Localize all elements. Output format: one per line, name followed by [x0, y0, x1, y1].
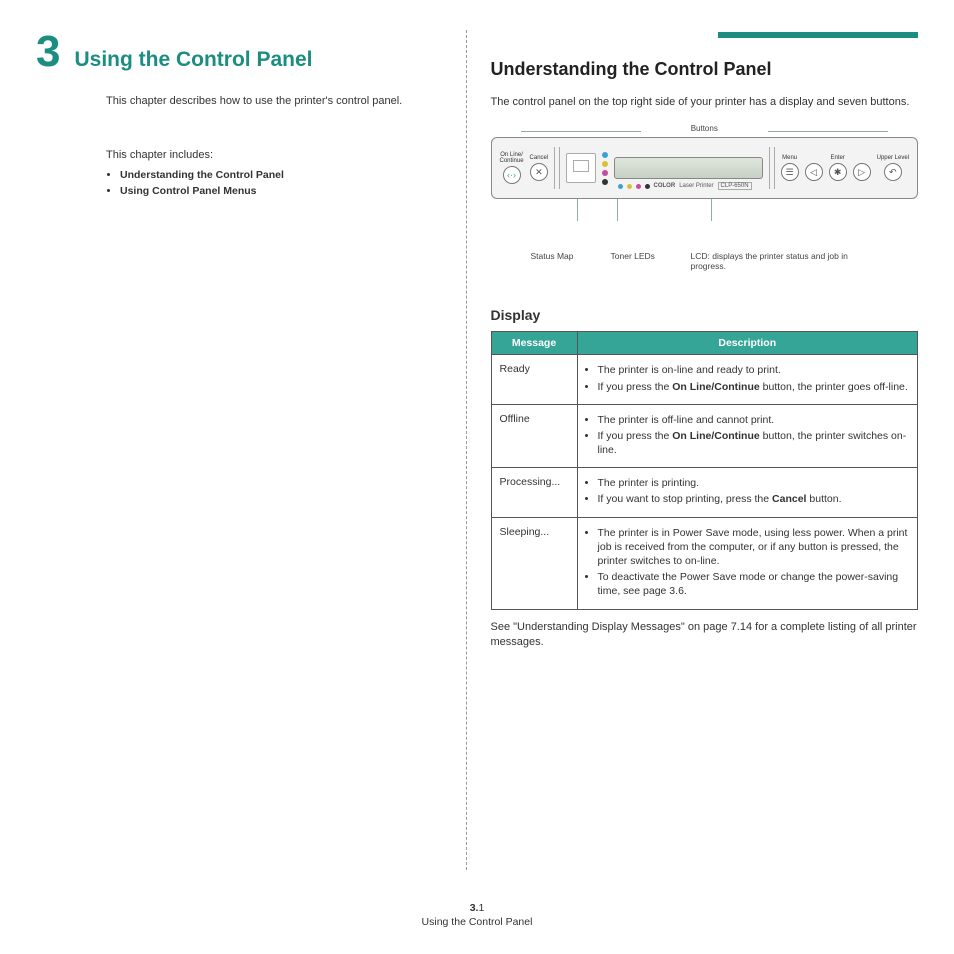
table-cell-message: Processing... — [491, 468, 577, 517]
section-intro: The control panel on the top right side … — [491, 95, 918, 111]
table-cell-message: Sleeping... — [491, 517, 577, 609]
left-column: 3 Using the Control Panel This chapter d… — [36, 30, 466, 870]
display-note: See "Understanding Display Messages" on … — [491, 620, 918, 651]
toner-leds — [602, 152, 608, 185]
table-header: Message — [491, 332, 577, 355]
section-title: Understanding the Control Panel — [491, 58, 918, 81]
chapter-title: Using the Control Panel — [74, 48, 312, 72]
diagram-top-label: Buttons — [491, 124, 918, 137]
online-continue-button: ‹·› — [503, 166, 521, 184]
page-footer: 3.1 Using the Control Panel — [0, 901, 954, 930]
toc-item[interactable]: Using Control Panel Menus — [120, 185, 442, 197]
table-cell-description: The printer is printing.If you want to s… — [577, 468, 917, 517]
lcd-display — [614, 157, 762, 179]
chapter-intro: This chapter describes how to use the pr… — [106, 94, 442, 109]
table-cell-message: Ready — [491, 355, 577, 404]
cancel-button: ✕ — [530, 163, 548, 181]
table-cell-message: Offline — [491, 404, 577, 468]
table-cell-description: The printer is on-line and ready to prin… — [577, 355, 917, 404]
top-accent-bar — [718, 32, 918, 38]
toc-item[interactable]: Understanding the Control Panel — [120, 169, 442, 181]
right-arrow-button: ▷ — [853, 163, 871, 181]
chapter-includes: This chapter includes: Understanding the… — [106, 149, 442, 197]
toner-led — [602, 170, 608, 176]
table-header: Description — [577, 332, 917, 355]
control-panel-diagram: Buttons On Line/Continue ‹·› Cancel ✕ — [491, 124, 918, 271]
toner-led — [602, 161, 608, 167]
display-subsection-title: Display — [491, 307, 918, 323]
includes-label: This chapter includes: — [106, 149, 213, 161]
toner-led — [602, 179, 608, 185]
enter-button: ✱ — [829, 163, 847, 181]
chapter-number: 3 — [36, 30, 60, 74]
callout-status-map: Status Map — [531, 251, 601, 271]
right-column: Understanding the Control Panel The cont… — [467, 30, 918, 870]
left-arrow-button: ◁ — [805, 163, 823, 181]
callout-toner: Toner LEDs — [611, 251, 681, 271]
status-map-icon — [566, 153, 596, 183]
callout-lcd: LCD: displays the printer status and job… — [691, 251, 861, 271]
upper-level-button: ↶ — [884, 163, 902, 181]
table-cell-description: The printer is in Power Save mode, using… — [577, 517, 917, 609]
menu-button: ☰ — [781, 163, 799, 181]
display-messages-table: Message Description ReadyThe printer is … — [491, 331, 918, 609]
toner-led — [602, 152, 608, 158]
table-cell-description: The printer is off-line and cannot print… — [577, 404, 917, 468]
